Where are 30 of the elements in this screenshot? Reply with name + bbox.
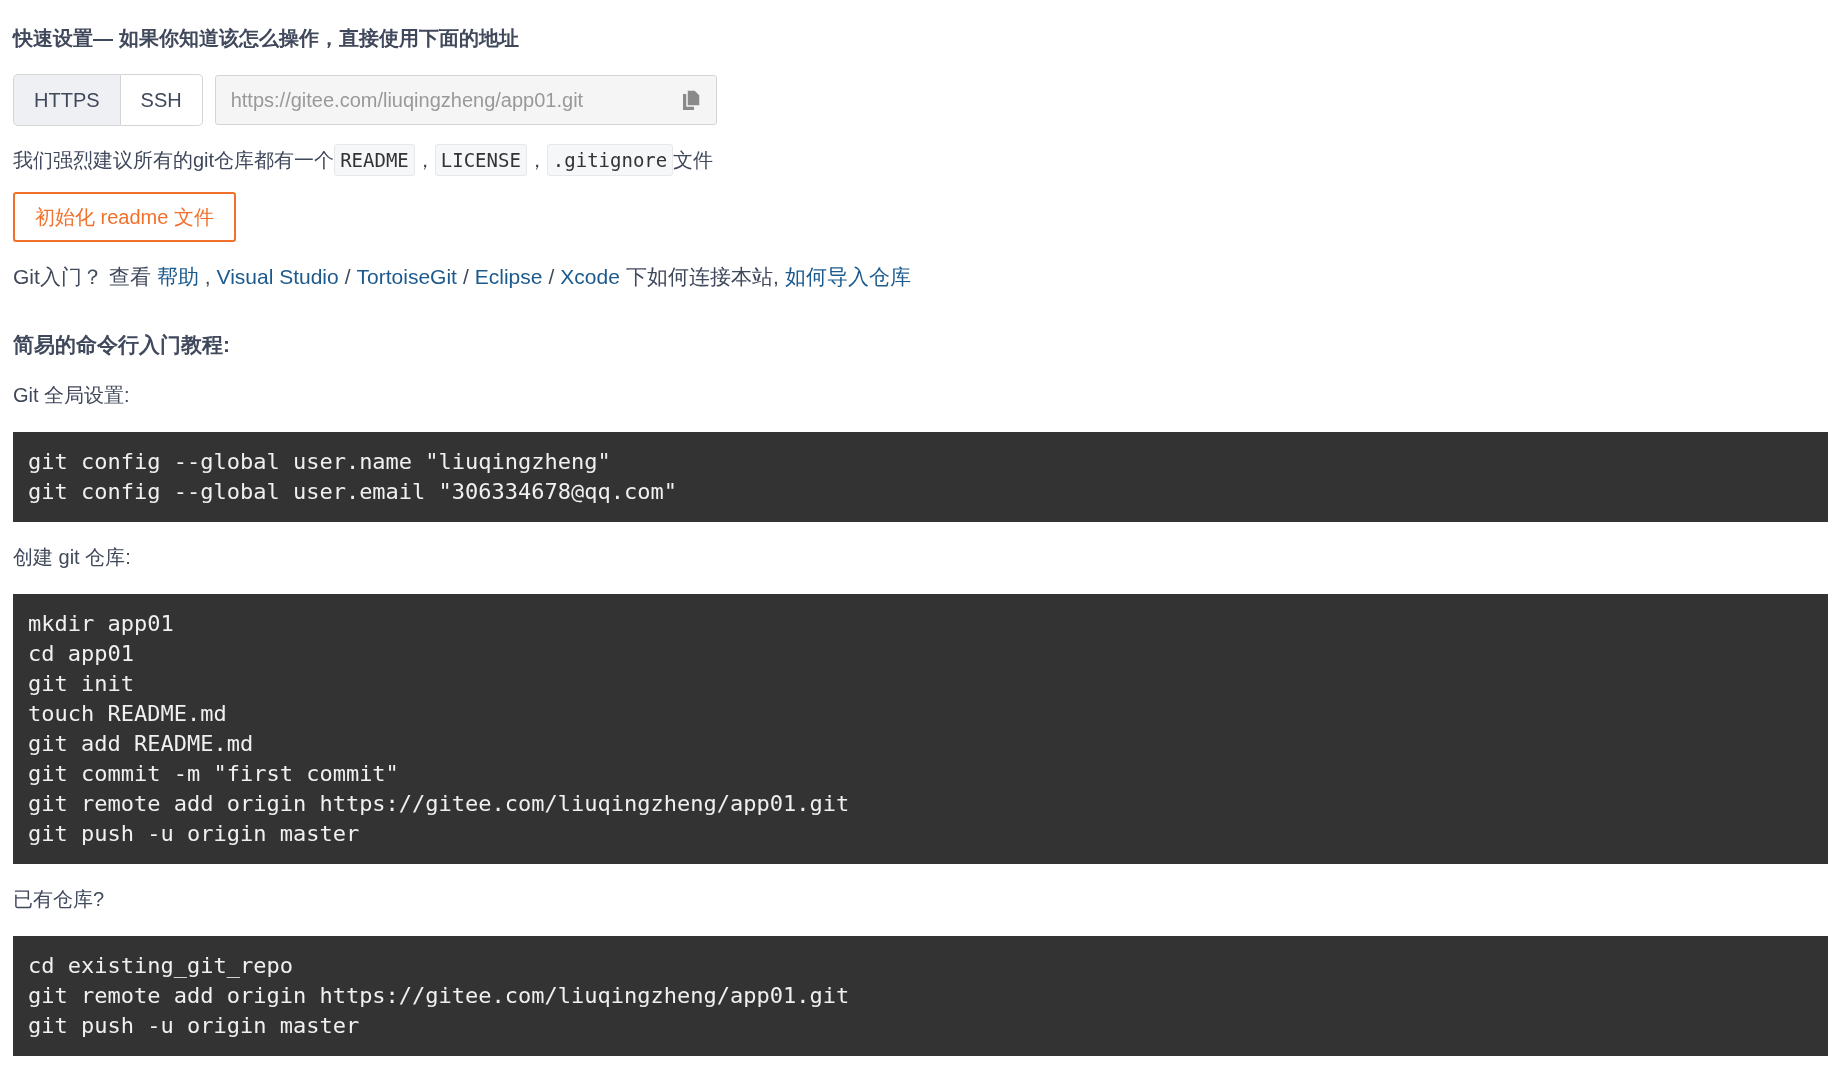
code-snippet: README xyxy=(334,144,415,176)
help-text: 下如何连接本站, xyxy=(625,264,779,290)
help-text: / xyxy=(462,264,469,290)
help-link[interactable]: Eclipse xyxy=(474,262,543,292)
help-link[interactable]: 如何导入仓库 xyxy=(784,262,911,292)
copy-icon[interactable] xyxy=(680,89,701,111)
code-block: git config --global user.name "liuqingzheng" git config --global user.email "306334678@qq.com" xyxy=(13,432,1828,522)
help-link[interactable]: Visual Studio xyxy=(216,262,339,292)
recommend-text: 我们强烈建议所有的git仓库都有一个 xyxy=(13,148,335,173)
code-snippet: LICENSE xyxy=(434,144,527,176)
help-link[interactable]: TortoiseGit xyxy=(356,262,457,292)
help-link[interactable]: 帮助 xyxy=(156,262,199,292)
help-link[interactable]: Xcode xyxy=(560,262,620,292)
recommend-text: ， xyxy=(526,148,547,173)
code-block: mkdir app01 cd app01 git init touch README.md git add README.md git commit -m "first commit" git remote add origin https://gitee.com/liuqingzheng/app01.git git push -u origin master xyxy=(13,594,1828,864)
recommend-text: ， xyxy=(414,148,435,173)
section-label: Git 全局设置: xyxy=(13,383,131,408)
section-heading: 快速设置— 如果你知道该怎么操作，直接使用下面的地址 xyxy=(13,26,520,51)
help-text: , xyxy=(204,264,211,290)
tutorial-title: 简易的命令行入门教程: xyxy=(13,332,231,358)
help-text: / xyxy=(344,264,351,290)
section-label: 创建 git 仓库: xyxy=(13,545,132,570)
help-text: / xyxy=(548,264,555,290)
code-snippet: .gitignore xyxy=(546,144,674,176)
help-text: Git入门？ 查看 xyxy=(13,264,151,290)
code-block: cd existing_git_repo git remote add origin https://gitee.com/liuqingzheng/app01.git git push -u origin master xyxy=(13,936,1828,1056)
protocol-tab[interactable]: SSH xyxy=(120,74,203,126)
protocol-tab[interactable]: HTTPS xyxy=(13,74,121,126)
section-label: 已有仓库? xyxy=(13,887,106,912)
recommend-text: 文件 xyxy=(673,148,714,173)
